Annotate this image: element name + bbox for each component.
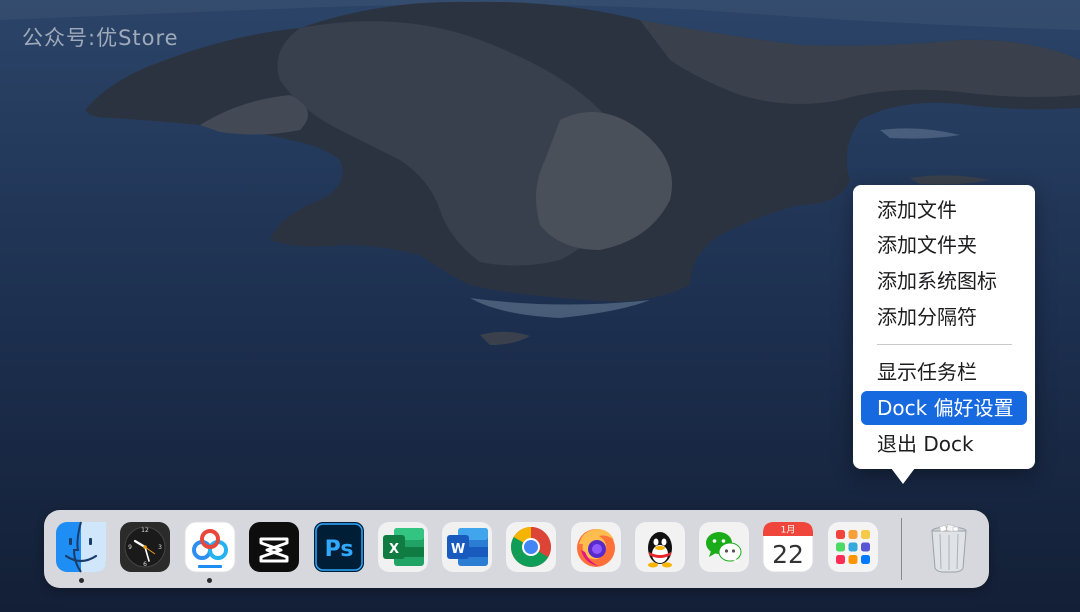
dock-separator [901, 518, 902, 580]
menu-item-quit-dock[interactable]: 退出 Dock [861, 427, 1027, 461]
finder-icon[interactable] [54, 520, 108, 574]
calendar-day: 22 [772, 540, 804, 569]
watermark: 公众号:优Store [22, 26, 179, 50]
menu-pointer [891, 468, 915, 484]
menu-item-dock-preferences[interactable]: Dock 偏好设置 [861, 391, 1027, 425]
clock-icon[interactable]: 12 3 6 9 [118, 520, 172, 574]
word-icon[interactable]: W [440, 520, 494, 574]
baidu-netdisk-icon[interactable] [183, 520, 237, 574]
menu-item-show-taskbar[interactable]: 显示任务栏 [861, 355, 1027, 389]
svg-text:12: 12 [141, 527, 149, 534]
chrome-icon[interactable] [504, 520, 558, 574]
trash-icon[interactable] [922, 520, 976, 574]
firefox-icon[interactable] [569, 520, 623, 574]
desktop: 公众号:优Store 添加文件 添加文件夹 添加系统图标 添加分隔符 显示任务栏… [0, 0, 1080, 612]
excel-icon[interactable]: X [376, 520, 430, 574]
menu-item-add-file[interactable]: 添加文件 [861, 193, 1027, 227]
dock-context-menu: 添加文件 添加文件夹 添加系统图标 添加分隔符 显示任务栏 Dock 偏好设置 … [853, 185, 1035, 484]
menu-item-add-folder[interactable]: 添加文件夹 [861, 228, 1027, 262]
calendar-month: 1月 [781, 525, 796, 536]
photoshop-label: Ps [325, 537, 354, 562]
wechat-icon[interactable] [697, 520, 751, 574]
launchpad-icon[interactable] [826, 520, 880, 574]
menu-item-add-system-icon[interactable]: 添加系统图标 [861, 264, 1027, 298]
menu-separator [877, 344, 1012, 345]
finder-running-indicator [79, 578, 84, 583]
photoshop-icon[interactable]: Ps [312, 520, 366, 574]
menu-item-add-separator[interactable]: 添加分隔符 [861, 300, 1027, 334]
svg-text:3: 3 [158, 544, 162, 551]
svg-text:6: 6 [143, 561, 147, 568]
capcut-icon[interactable] [247, 520, 301, 574]
excel-label: X [389, 542, 399, 557]
svg-text:9: 9 [128, 544, 132, 551]
word-label: W [451, 542, 465, 557]
calendar-icon[interactable]: 1月 22 [761, 520, 815, 574]
dock: 12 3 6 9 Ps X W 1月 22 [44, 510, 989, 588]
baidu-netdisk-running-indicator [207, 578, 212, 583]
qq-icon[interactable] [633, 520, 687, 574]
